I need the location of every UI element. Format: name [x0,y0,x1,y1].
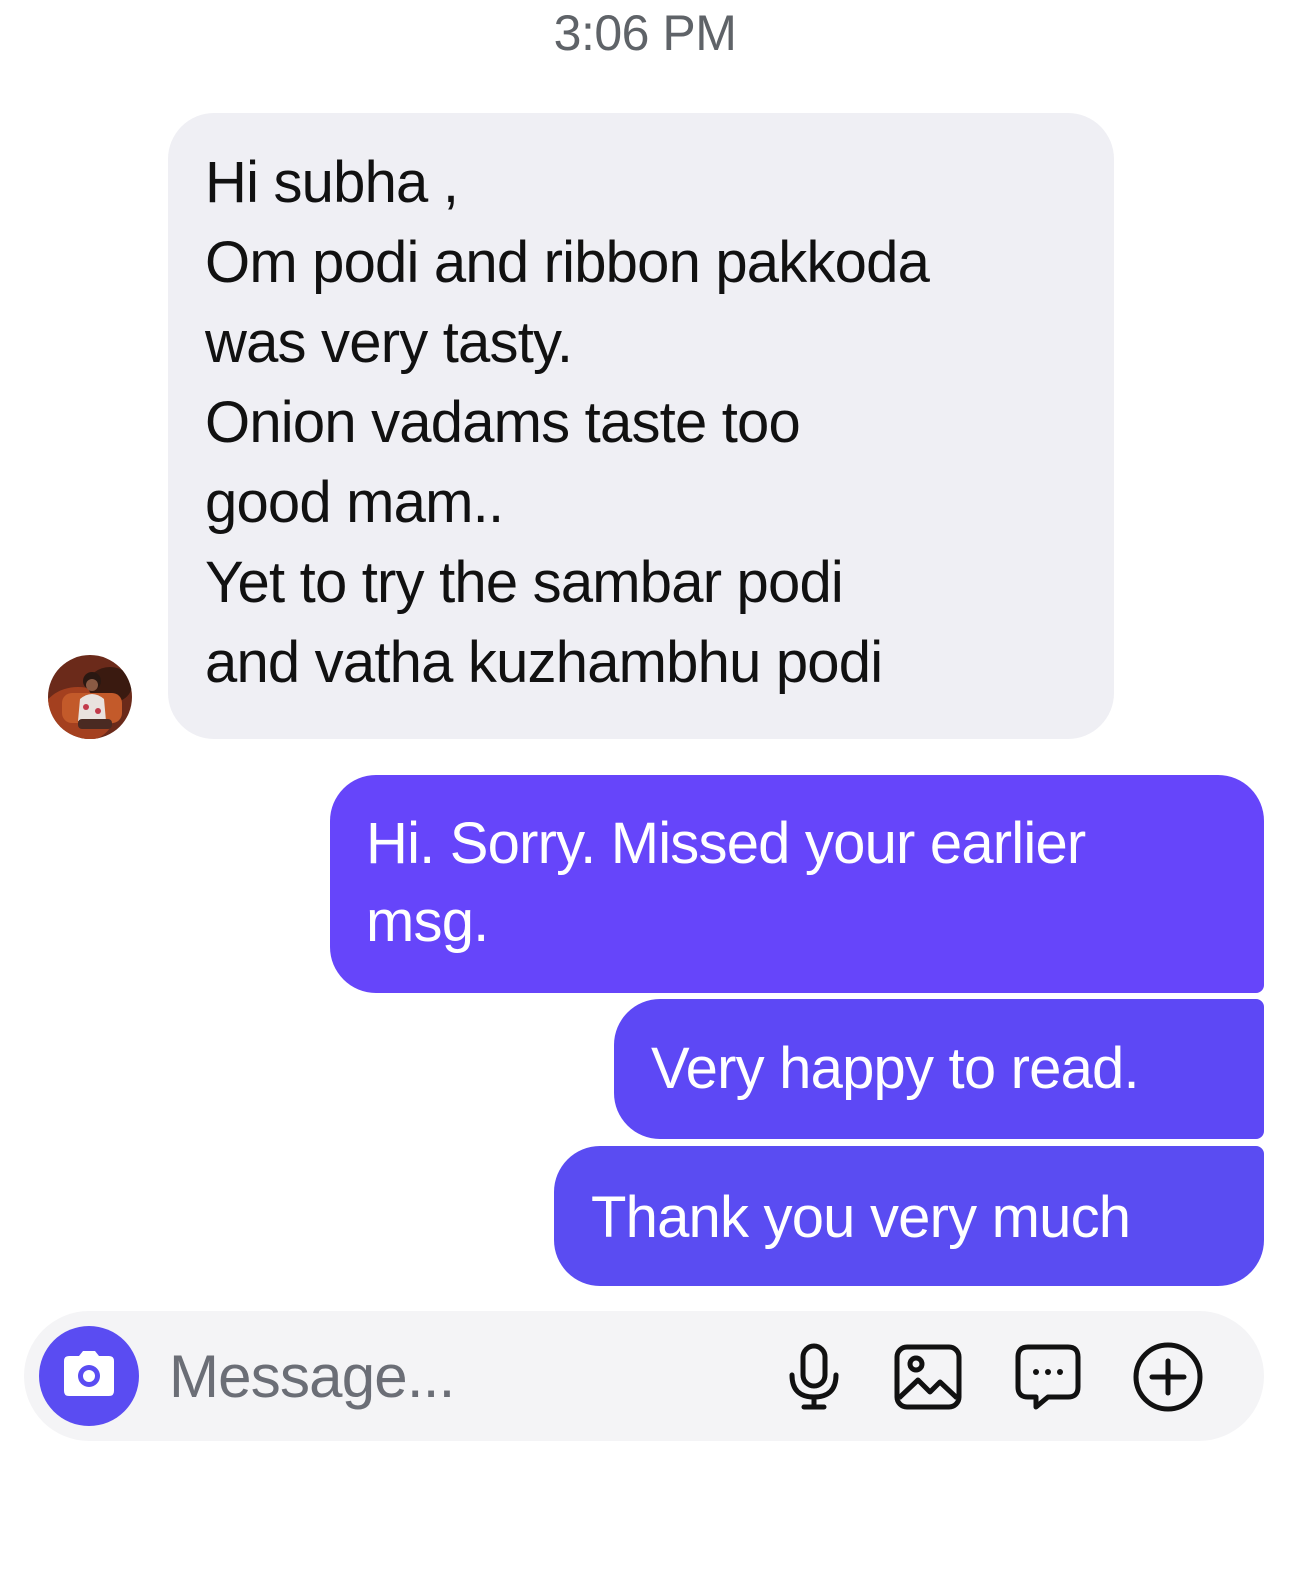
sent-message-bubble[interactable]: Very happy to read. [614,999,1264,1139]
message-text: Thank you very much [591,1185,1131,1250]
message-text: Very happy to read. [651,1036,1140,1101]
message-line: Om podi and ribbon pakkoda [205,230,930,295]
more-options-button[interactable] [1132,1341,1204,1413]
message-line: and vatha kuzhambhu podi [205,630,883,695]
message-line: Hi subha , [205,150,459,215]
sticker-button[interactable] [1012,1341,1084,1413]
message-input[interactable] [169,1339,769,1413]
sent-message-bubble[interactable]: Thank you very much [554,1146,1264,1286]
timestamp: 3:06 PM [553,5,737,61]
received-message-bubble[interactable]: Hi subha , Om podi and ribbon pakkoda wa… [168,113,1114,739]
microphone-button[interactable] [778,1341,850,1413]
image-icon [894,1344,962,1410]
camera-icon [61,1350,117,1403]
avatar[interactable] [48,655,132,739]
message-line: good mam.. [205,470,504,535]
microphone-icon [786,1343,842,1411]
message-line: msg. [366,889,489,954]
message-composer [24,1311,1264,1441]
message-line: Yet to try the sambar podi [205,550,844,615]
chat-bubble-icon [1014,1343,1082,1411]
message-line: was very tasty. [205,310,573,375]
sent-message-bubble[interactable]: Hi. Sorry. Missed your earlier msg. [330,775,1264,993]
message-line: Hi. Sorry. Missed your earlier [366,811,1086,876]
plus-circle-icon [1132,1341,1204,1413]
camera-button[interactable] [39,1326,139,1426]
gallery-button[interactable] [892,1341,964,1413]
message-line: Onion vadams taste too [205,390,801,455]
